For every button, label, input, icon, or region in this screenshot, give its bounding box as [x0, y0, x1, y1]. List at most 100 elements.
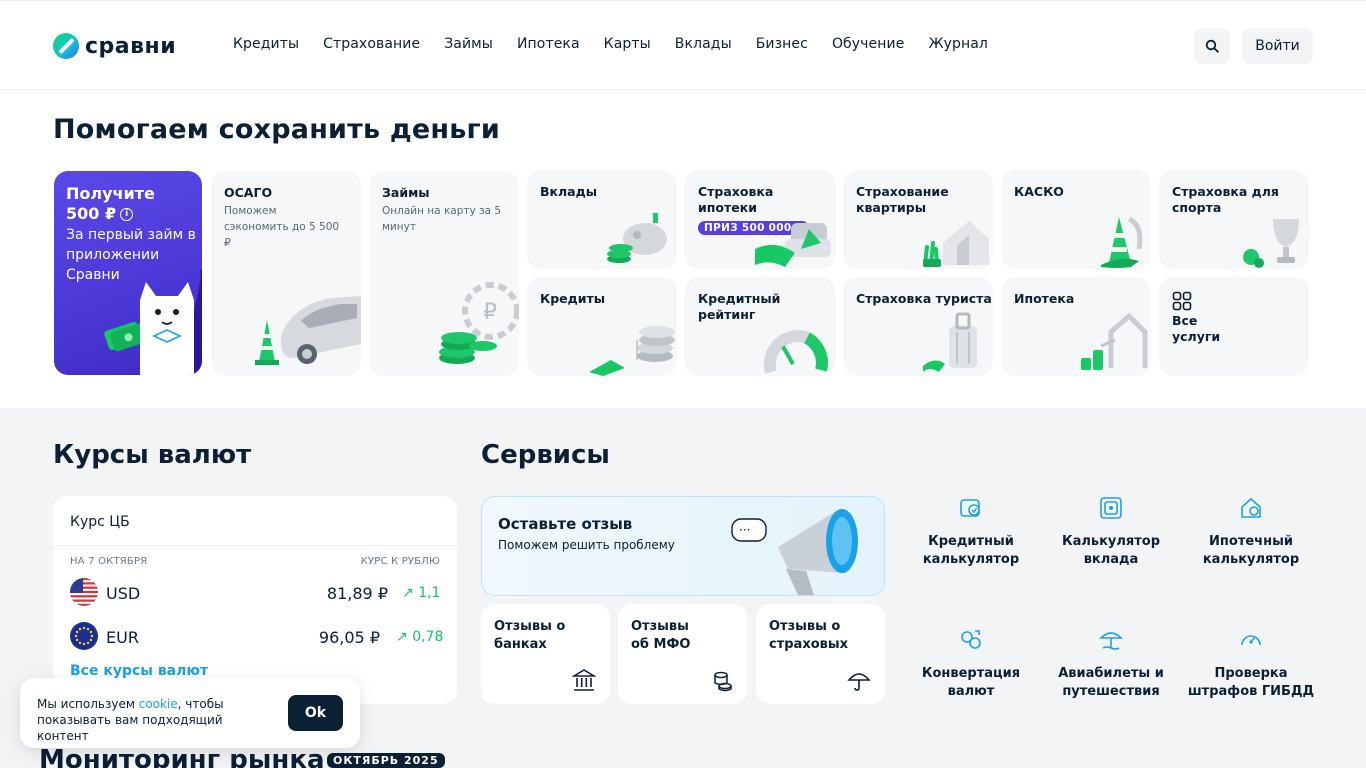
nav-item-insurance[interactable]: Страхование: [323, 36, 420, 52]
megaphone-icon: ···: [731, 509, 858, 595]
nav-item-credits[interactable]: Кредиты: [233, 36, 299, 52]
tile-credits-title: Кредиты: [540, 291, 606, 306]
services-section-title: Сервисы: [481, 440, 610, 470]
search-button[interactable]: [1194, 28, 1230, 64]
leave-review-card[interactable]: Оставьте отзыв Поможем решить проблему ·…: [481, 496, 885, 596]
tile-osago-title: ОСАГО: [224, 185, 273, 200]
tile-deposits[interactable]: Вклады: [527, 170, 677, 269]
nav-item-deposits[interactable]: Вклады: [675, 36, 732, 52]
nav-item-loans[interactable]: Займы: [444, 36, 493, 52]
all-rates-link[interactable]: Все курсы валют: [70, 663, 208, 679]
bank-icon: [572, 669, 596, 691]
fx-section-title: Курсы валют: [53, 440, 252, 470]
service-label: Ипотечный калькулятор: [1202, 534, 1300, 567]
cat-mascot-icon: [140, 270, 202, 375]
reviews-mfo-tile[interactable]: Отзывы об МФО: [618, 604, 747, 704]
tile-tourist-insurance[interactable]: Страховка туриста: [843, 277, 993, 376]
tile-loans-title: Займы: [382, 185, 430, 200]
info-icon: i: [120, 208, 134, 221]
fx-card: Курс ЦБ НА 7 ОКТЯБРЯ КУРС К РУБЛЮ USD 81…: [53, 496, 457, 704]
us-flag-icon: [70, 578, 98, 606]
nav-item-journal[interactable]: Журнал: [928, 36, 988, 52]
fx-rate-label: КУРС К РУБЛЮ: [360, 556, 440, 567]
reviews-banks-tile[interactable]: Отзывы о банках: [481, 604, 610, 704]
monitoring-title: Мониторинг рынка: [39, 745, 325, 768]
tile-credit-rating[interactable]: Кредитный рейтинг: [685, 277, 835, 376]
cone-icon: [1101, 216, 1143, 268]
review-subtitle: Поможем решить проблему: [498, 538, 675, 552]
service-credit-calculator[interactable]: Кредитный калькулятор: [901, 496, 1041, 569]
service-deposit-calculator[interactable]: Калькулятор вклада: [1041, 496, 1181, 569]
login-button[interactable]: Войти: [1242, 28, 1313, 64]
tile-loans[interactable]: Займы Онлайн на карту за 5 минут ₽: [369, 171, 519, 376]
nav-item-mortgage[interactable]: Ипотека: [517, 36, 580, 52]
tile-kasko[interactable]: КАСКО: [1001, 170, 1151, 269]
suitcase-icon: [923, 312, 977, 372]
tile-sport-insurance[interactable]: Страховка для спорта: [1159, 170, 1309, 269]
logo-text: сравни: [85, 33, 177, 59]
beach-umbrella-icon: [1099, 632, 1123, 650]
cookie-text-start: Мы используем: [37, 697, 139, 711]
logo-icon: [53, 33, 79, 59]
fx-delta: ↗ 0,78: [396, 629, 443, 645]
nav-item-education[interactable]: Обучение: [832, 36, 905, 52]
service-traffic-fines[interactable]: Проверка штрафов ГИБДД: [1181, 628, 1321, 701]
tile-flat-insurance[interactable]: Страхование квартиры: [843, 170, 993, 269]
arrow-up-icon: ↗: [396, 629, 413, 645]
fx-row-eur[interactable]: EUR 96,05 ₽ ↗ 0,78: [70, 622, 443, 652]
promo-title: Получите 500 ₽ i: [66, 184, 186, 224]
service-label: Кредитный калькулятор: [922, 534, 1020, 567]
service-currency-conversion[interactable]: Конвертация валют: [901, 628, 1041, 701]
main-nav: Кредиты Страхование Займы Ипотека Карты …: [233, 36, 988, 52]
promo-card[interactable]: Получите 500 ₽ i За первый займ в приложе…: [54, 171, 202, 375]
trophy-icon: [1243, 219, 1299, 268]
fx-delta: ↗ 1,1: [402, 585, 440, 601]
monitoring-month-badge: ОКТЯБРЬ 2025: [327, 753, 445, 768]
credit-calculator-icon: [960, 499, 980, 517]
tile-ipoteka[interactable]: Ипотека: [1001, 277, 1151, 376]
fx-card-title: Курс ЦБ: [70, 514, 130, 530]
reviews-mfo-label: Отзывы об МФО: [631, 619, 691, 652]
tile-ipoteka-title: Ипотека: [1014, 291, 1075, 306]
service-label: Авиабилеты и путешествия: [1058, 666, 1164, 699]
fx-row-usd[interactable]: USD 81,89 ₽ ↗ 1,1: [70, 578, 440, 608]
tile-osago[interactable]: ОСАГО Поможем сэкономить до 5 500 ₽: [211, 171, 361, 376]
armchair-icon: [755, 223, 831, 267]
house-outline-icon: [1081, 312, 1148, 370]
mortgage-calculator-icon: [1241, 497, 1261, 518]
promo-title-text: Получите 500 ₽: [66, 184, 155, 223]
reviews-banks-label: Отзывы о банках: [494, 619, 566, 652]
fx-code: EUR: [106, 628, 139, 647]
search-icon: [1205, 39, 1219, 53]
grid-icon: [1172, 291, 1192, 311]
reviews-insurers-tile[interactable]: Отзывы о страховых: [756, 604, 885, 704]
coins-icon: ₽: [439, 282, 519, 364]
svg-text:···: ···: [739, 523, 750, 537]
tile-all-services[interactable]: Все услуги: [1159, 277, 1309, 376]
gauge-icon: [763, 330, 828, 374]
tile-credits[interactable]: Кредиты: [527, 277, 677, 376]
deposit-calculator-icon: [1100, 497, 1122, 519]
nav-item-cards[interactable]: Карты: [604, 36, 651, 52]
nav-item-business[interactable]: Бизнес: [756, 36, 808, 52]
coin-stack-icon: [589, 326, 675, 376]
fx-date-label: НА 7 ОКТЯБРЯ: [70, 556, 148, 567]
logo[interactable]: сравни: [53, 33, 176, 59]
speedometer-icon: [1241, 635, 1261, 646]
cookie-link[interactable]: cookie: [139, 697, 178, 711]
service-flights-travel[interactable]: Авиабилеты и путешествия: [1041, 628, 1181, 701]
piggy-bank-icon: [607, 213, 667, 263]
tile-tourist-insurance-title: Страховка туриста: [856, 291, 992, 306]
car-icon: [255, 296, 361, 365]
service-label: Проверка штрафов ГИБДД: [1187, 666, 1315, 699]
service-mortgage-calculator[interactable]: Ипотечный калькулятор: [1181, 496, 1321, 569]
eu-flag-icon: [70, 622, 98, 650]
tile-mortgage-insurance[interactable]: Страховка ипотеки ПРИЗ 500 000 ₽: [685, 170, 835, 269]
umbrella-icon: [847, 673, 871, 691]
tile-kasko-title: КАСКО: [1014, 184, 1064, 199]
cookie-ok-button[interactable]: Ok: [288, 695, 343, 731]
site-header: сравни Кредиты Страхование Займы Ипотека…: [0, 0, 1366, 90]
cookie-text: Мы используем cookie, чтобы показывать в…: [37, 696, 277, 744]
house-icon: [923, 221, 989, 267]
fx-code: USD: [106, 584, 141, 603]
